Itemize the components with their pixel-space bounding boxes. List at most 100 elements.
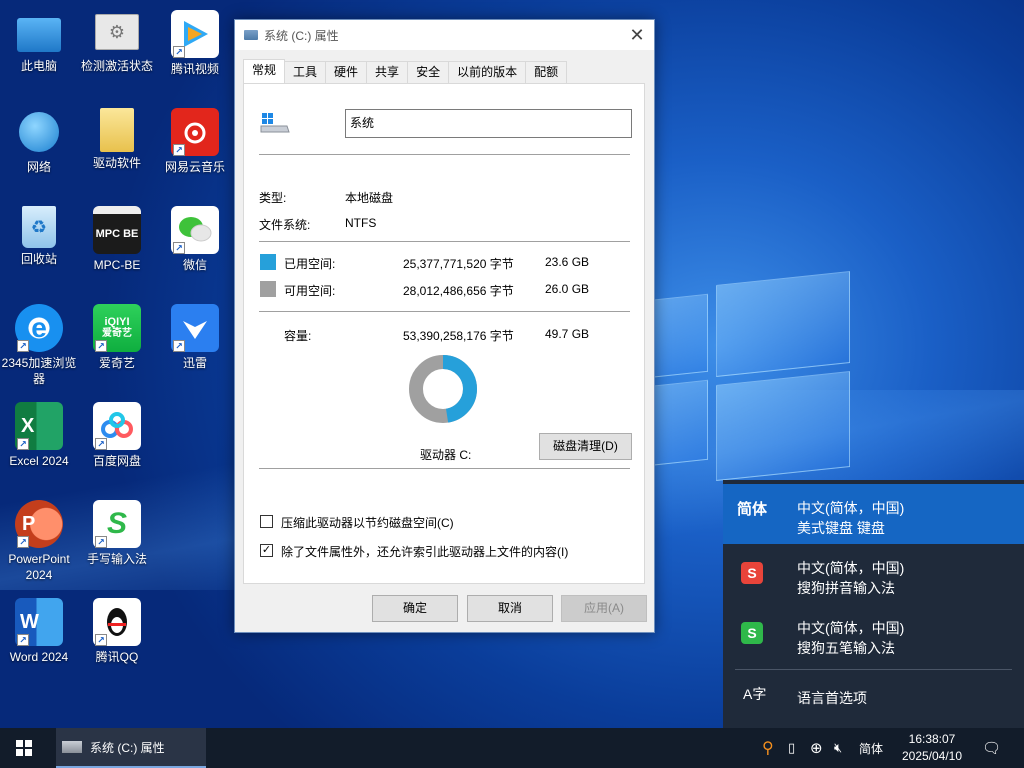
disk-cleanup-button[interactable]: 磁盘清理(D): [539, 433, 632, 460]
disk-usage-donut: [409, 355, 477, 423]
divider: [735, 669, 1012, 670]
desktop-icon-powerpoint[interactable]: P ↗ PowerPoint 2024: [0, 500, 78, 583]
desktop-icon-tencent-video[interactable]: ↗ 腾讯视频: [156, 10, 234, 77]
taskbar-app-drive-properties[interactable]: 系统 (C:) 属性: [56, 728, 206, 768]
free-space-swatch: [260, 281, 276, 297]
search-tray-icon[interactable]: ⚲: [762, 728, 780, 768]
xunlei-bird-icon: ↗: [171, 304, 219, 352]
apply-button[interactable]: 应用(A): [561, 595, 647, 622]
clapperboard-icon: MPC BE: [93, 206, 141, 254]
drive-properties-dialog: 系统 (C:) 属性 ✕ 常规 工具 硬件 共享 安全 以前的版本 配额 系统 …: [234, 19, 655, 633]
volume-muted-icon[interactable]: 🔇︎: [834, 728, 852, 768]
drive-icon: [244, 30, 258, 40]
keyboard-name: 搜狗五笔输入法: [797, 640, 895, 656]
desktop-icon-recycle-bin[interactable]: ♻ 回收站: [0, 206, 78, 267]
desktop-icon-mpc-be[interactable]: MPC BE MPC-BE: [78, 206, 156, 273]
language-preferences-link[interactable]: A字 语言首选项: [723, 674, 1024, 718]
shortcut-arrow-icon: ↗: [17, 340, 29, 352]
tab-hardware[interactable]: 硬件: [325, 61, 368, 83]
desktop-icon-label: 迅雷: [182, 356, 207, 370]
keyboard-name: 搜狗拼音输入法: [797, 580, 895, 596]
shortcut-arrow-icon: ↗: [173, 144, 185, 156]
word-icon: W ↗: [15, 598, 63, 646]
desktop-icon-word[interactable]: W ↗ Word 2024: [0, 598, 78, 665]
type-value: 本地磁盘: [345, 191, 394, 205]
desktop-icon-label: Excel 2024: [9, 454, 69, 468]
language-name: 中文(简体，中国): [797, 620, 905, 636]
index-label[interactable]: 除了文件属性外，还允许索引此驱动器上文件的内容(I): [281, 543, 568, 560]
compress-checkbox[interactable]: [260, 515, 273, 528]
tab-general[interactable]: 常规: [243, 59, 286, 83]
compress-label[interactable]: 压缩此驱动器以节约磁盘空间(C): [281, 514, 454, 531]
used-space-label: 已用空间:: [284, 257, 336, 271]
browser-e-icon: e ↗: [15, 304, 63, 352]
desktop-icon-iqiyi[interactable]: iQIYI 爱奇艺 ↗ 爱奇艺: [78, 304, 156, 371]
tab-quota[interactable]: 配额: [525, 61, 568, 83]
desktop-icon-netease-music[interactable]: ↗ 网易云音乐: [156, 108, 234, 175]
clock[interactable]: 16:38:07 2025/04/10: [894, 728, 970, 768]
shortcut-arrow-icon: ↗: [95, 340, 107, 352]
usb-device-icon[interactable]: ▯: [788, 728, 802, 768]
tab-previous-versions[interactable]: 以前的版本: [448, 61, 527, 83]
divider: [259, 241, 630, 242]
ok-button[interactable]: 确定: [372, 595, 458, 622]
language-abbr: 简体: [737, 501, 768, 518]
used-space-bytes: 25,377,771,520 字节: [403, 257, 514, 271]
desktop-icon-label: 2345加速浏览器: [1, 356, 77, 386]
desktop-icon-this-pc[interactable]: 此电脑: [0, 10, 78, 74]
desktop-icon-driver-software[interactable]: 驱动软件: [78, 108, 156, 171]
used-space-gb: 23.6 GB: [545, 255, 590, 269]
network-globe-tray-icon[interactable]: ⊕: [810, 728, 828, 768]
network-globe-icon: [19, 112, 59, 152]
language-prefs-icon: A字: [743, 686, 767, 702]
desktop-icon-2345-browser[interactable]: e ↗ 2345加速浏览器: [0, 304, 78, 387]
desktop-icon-excel[interactable]: X ↗ Excel 2024: [0, 402, 78, 469]
desktop-icon-label: PowerPoint 2024: [8, 552, 70, 582]
index-checkbox[interactable]: ✓: [260, 544, 273, 557]
shortcut-arrow-icon: ↗: [95, 634, 107, 646]
desktop-icon-label: 手写输入法: [86, 552, 147, 566]
wechat-icon: ↗: [171, 206, 219, 254]
keyboard-name: 美式键盘 键盘: [797, 520, 885, 536]
desktop-icon-handwriting-ime[interactable]: S ↗ 手写输入法: [78, 500, 156, 567]
drive-large-icon: [260, 112, 290, 134]
capacity-label: 容量:: [284, 329, 312, 343]
shortcut-arrow-icon: ↗: [17, 536, 29, 548]
language-item-us-keyboard[interactable]: 简体 中文(简体，中国) 美式键盘 键盘: [723, 484, 1024, 544]
free-space-bytes: 28,012,486,656 字节: [403, 284, 514, 298]
divider: [259, 154, 630, 155]
notification-center-icon[interactable]: 🗨︎: [982, 728, 1002, 768]
type-label: 类型:: [259, 191, 287, 205]
language-item-sogou-wubi[interactable]: S 中文(简体，中国) 搜狗五笔输入法: [723, 604, 1024, 664]
language-name: 中文(简体，中国): [797, 500, 905, 516]
desktop-icon-activation-check[interactable]: ⚙ 检测激活状态: [78, 10, 156, 74]
start-button[interactable]: [0, 728, 48, 768]
desktop-icon-xunlei[interactable]: ↗ 迅雷: [156, 304, 234, 371]
desktop-icon-wechat[interactable]: ↗ 微信: [156, 206, 234, 273]
language-prefs-label: 语言首选项: [797, 690, 867, 706]
baidu-netdisk-icon: ↗: [93, 402, 141, 450]
desktop-icon-label: 网易云音乐: [164, 160, 225, 174]
sogou-wubi-icon: S: [741, 622, 763, 644]
desktop-icon-network[interactable]: 网络: [0, 108, 78, 175]
netease-music-icon: ↗: [171, 108, 219, 156]
desktop-icon-label: 爱奇艺: [98, 356, 135, 370]
desktop-icon-qq[interactable]: ↗ 腾讯QQ: [78, 598, 156, 665]
language-flyout: 简体 中文(简体，中国) 美式键盘 键盘 S 中文(简体，中国) 搜狗拼音输入法…: [723, 480, 1024, 728]
language-item-sogou-pinyin[interactable]: S 中文(简体，中国) 搜狗拼音输入法: [723, 544, 1024, 604]
cancel-button[interactable]: 取消: [467, 595, 553, 622]
close-icon[interactable]: ✕: [620, 20, 654, 50]
dialog-titlebar[interactable]: 系统 (C:) 属性 ✕: [235, 20, 654, 50]
ime-indicator[interactable]: 简体: [859, 728, 889, 768]
desktop-icon-baidu-netdisk[interactable]: ↗ 百度网盘: [78, 402, 156, 469]
drive-letter-label: 驱动器 C:: [420, 448, 472, 462]
shortcut-arrow-icon: ↗: [173, 242, 185, 254]
tencent-video-icon: ↗: [171, 10, 219, 58]
windows-start-icon: [16, 740, 32, 756]
drive-name-input[interactable]: 系统: [345, 109, 632, 138]
desktop-icon-label: MPC-BE: [93, 258, 141, 272]
tab-security[interactable]: 安全: [407, 61, 450, 83]
tab-tools[interactable]: 工具: [284, 61, 327, 83]
shortcut-arrow-icon: ↗: [17, 634, 29, 646]
tab-sharing[interactable]: 共享: [366, 61, 409, 83]
